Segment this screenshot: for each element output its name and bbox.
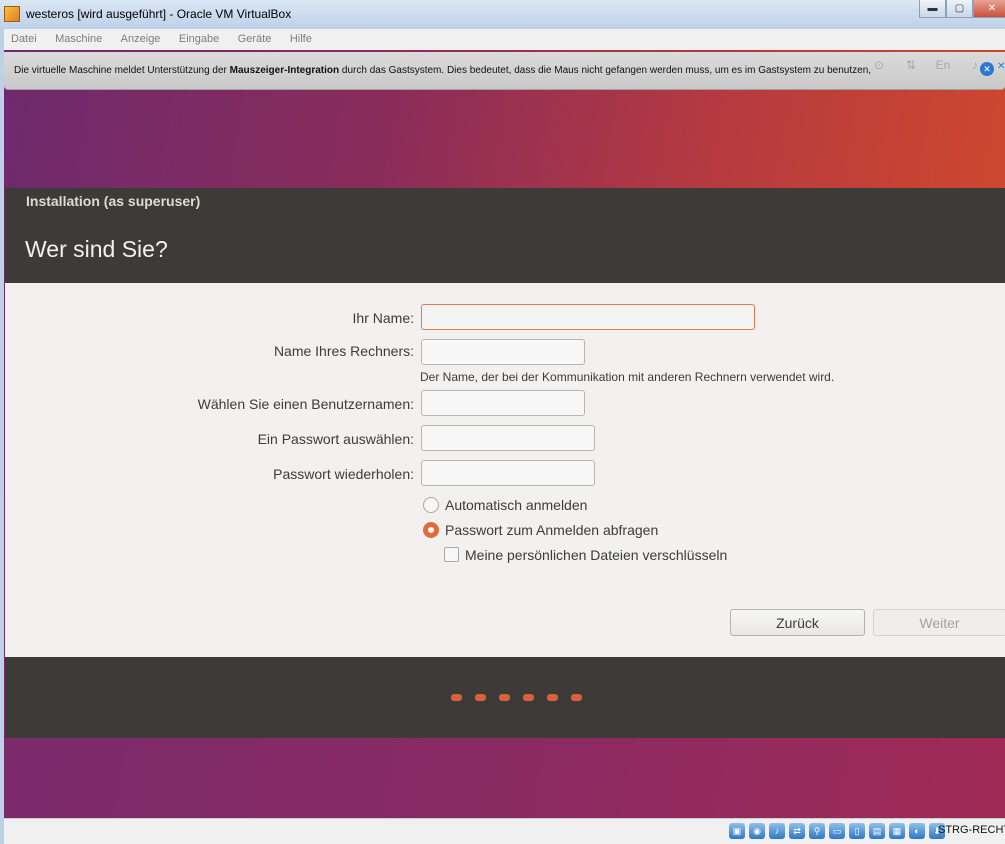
progress-dot: [451, 694, 462, 701]
username-input[interactable]: [421, 390, 585, 416]
progress-dot: [499, 694, 510, 701]
progress-indicator: [451, 694, 582, 701]
menu-hilfe[interactable]: Hilfe: [283, 30, 319, 45]
shared-folders-icon[interactable]: ▭: [829, 823, 845, 839]
menu-datei[interactable]: Datei: [4, 30, 44, 45]
window-controls: ▬ ▢ ✕: [919, 0, 1005, 20]
computer-name-hint: Der Name, der bei der Kommunikation mit …: [420, 370, 835, 384]
progress-dot: [571, 694, 582, 701]
network-icon[interactable]: ⇅: [902, 56, 920, 74]
progress-dot: [523, 694, 534, 701]
next-button[interactable]: Weiter: [873, 609, 1005, 636]
auto-login-radio[interactable]: [423, 497, 439, 513]
progress-dot: [547, 694, 558, 701]
require-password-radio[interactable]: [423, 522, 439, 538]
password-repeat-input[interactable]: [421, 460, 595, 486]
accessibility-icon[interactable]: ⊙: [870, 56, 888, 74]
require-password-label[interactable]: Passwort zum Anmelden abfragen: [445, 522, 658, 538]
installer-dialog: Installation (as superuser) Wer sind Sie…: [5, 188, 1005, 738]
usb-icon[interactable]: ⚲: [809, 823, 825, 839]
harddisk-icon[interactable]: ▣: [729, 823, 745, 839]
username-label: Wählen Sie einen Benutzernamen:: [197, 396, 414, 412]
encrypt-home-checkbox[interactable]: [444, 547, 459, 562]
window-titlebar: westeros [wird ausgeführt] - Oracle VM V…: [0, 0, 1005, 29]
volume-icon[interactable]: ♪: [966, 56, 984, 74]
close-button[interactable]: ✕: [973, 0, 1005, 18]
menu-geraete[interactable]: Geräte: [231, 30, 279, 45]
audio-icon[interactable]: ♪: [769, 823, 785, 839]
desktop-background: [4, 738, 1005, 818]
display-icon[interactable]: ▯: [849, 823, 865, 839]
password-input[interactable]: [421, 425, 595, 451]
name-input[interactable]: [421, 304, 755, 330]
host-key-label: STRG-RECHTS: [938, 824, 1005, 836]
virtualbox-icon: [4, 6, 20, 22]
dialog-footer: [5, 657, 1005, 738]
optical-drive-icon[interactable]: ◉: [749, 823, 765, 839]
keyboard-layout-icon[interactable]: En: [934, 56, 952, 74]
menubar: Datei Maschine Anzeige Eingabe Geräte Hi…: [4, 29, 1005, 51]
menu-maschine[interactable]: Maschine: [48, 30, 109, 45]
computer-name-input[interactable]: [421, 339, 585, 365]
encrypt-home-label[interactable]: Meine persönlichen Dateien verschlüsseln: [465, 547, 727, 563]
guest-tray: ⊙ ⇅ En ♪: [870, 56, 984, 76]
network-icon[interactable]: ⇄: [789, 823, 805, 839]
auto-login-label[interactable]: Automatisch anmelden: [445, 497, 587, 513]
password-label: Ein Passwort auswählen:: [257, 431, 414, 447]
mouse-integration-icon[interactable]: ◐: [909, 823, 925, 839]
progress-dot: [475, 694, 486, 701]
name-label: Ihr Name:: [352, 310, 414, 326]
status-icons: ▣ ◉ ♪ ⇄ ⚲ ▭ ▯ ▤ ▦ ◐ ⬇: [729, 823, 945, 839]
minimize-button[interactable]: ▬: [919, 0, 946, 18]
window-title: westeros [wird ausgeführt] - Oracle VM V…: [26, 7, 292, 21]
menu-anzeige[interactable]: Anzeige: [114, 30, 168, 45]
menu-eingabe[interactable]: Eingabe: [172, 30, 226, 45]
notification-text: Die virtuelle Maschine meldet Unterstütz…: [14, 65, 872, 76]
back-button[interactable]: Zurück: [730, 609, 865, 636]
computer-name-label: Name Ihres Rechners:: [273, 343, 414, 359]
statusbar: ▣ ◉ ♪ ⇄ ⚲ ▭ ▯ ▤ ▦ ◐ ⬇ STRG-RECHTS: [4, 818, 1005, 844]
page-title: Wer sind Sie?: [25, 236, 168, 262]
dialog-header: Installation (as superuser) Wer sind Sie…: [5, 188, 1005, 283]
maximize-button[interactable]: ▢: [946, 0, 973, 18]
cpu-icon[interactable]: ▦: [889, 823, 905, 839]
dialog-window-title: Installation (as superuser): [26, 193, 201, 209]
notification-dismiss-icon[interactable]: ✕: [997, 61, 1005, 72]
notification-bar: Die virtuelle Maschine meldet Unterstütz…: [4, 52, 1005, 90]
recording-icon[interactable]: ▤: [869, 823, 885, 839]
password-repeat-label: Passwort wiederholen:: [273, 466, 414, 482]
